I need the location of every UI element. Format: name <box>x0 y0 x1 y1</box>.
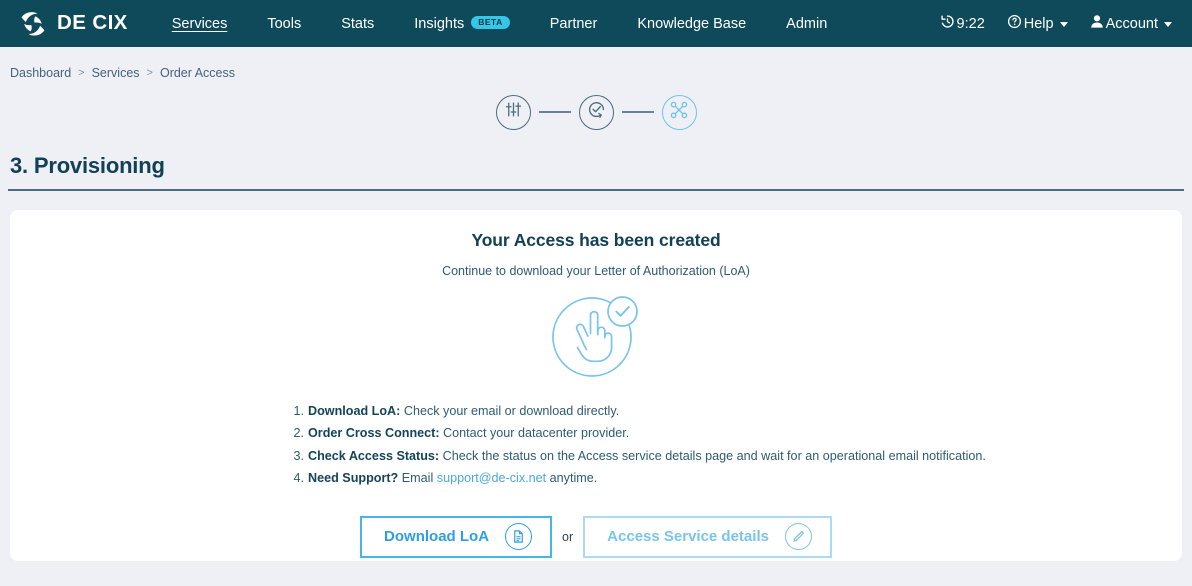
document-download-icon <box>505 523 533 551</box>
breadcrumb-separator: > <box>146 67 153 79</box>
step-validate[interactable] <box>578 94 614 130</box>
nav-item-insights[interactable]: Insights BETA <box>414 12 510 36</box>
main-nav-items: Services Tools Stats Insights BETA Partn… <box>152 12 848 36</box>
download-loa-button-label: Download LoA <box>384 528 490 546</box>
list-item-title: Need Support? <box>308 471 399 486</box>
page-title: 3. Provisioning <box>10 153 165 178</box>
support-email-link[interactable]: support@de-cix.net <box>437 471 546 485</box>
breadcrumb-separator: > <box>78 67 85 79</box>
list-item-title: Check Access Status: <box>308 448 440 463</box>
nav-item-partner[interactable]: Partner <box>550 12 598 36</box>
session-time-value: 9:22 <box>956 15 985 32</box>
nav-item-label: Partner <box>549 15 598 32</box>
breadcrumb: Dashboard > Services > Order Access <box>0 47 1192 81</box>
account-menu[interactable]: Account <box>1090 14 1172 33</box>
nav-item-label: Knowledge Base <box>637 15 747 32</box>
nav-right-group: 9:22 Help Account <box>940 14 1178 33</box>
card-actions: Download LoA or Access Service details <box>10 515 1182 558</box>
list-item-text: Check the status on the Access service d… <box>439 448 986 463</box>
check-circle-arrow-icon <box>586 99 607 125</box>
beta-badge: BETA <box>471 15 510 30</box>
access-service-details-button[interactable]: Access Service details <box>583 515 832 558</box>
history-clock-icon <box>940 14 955 33</box>
chevron-down-icon <box>1059 22 1068 27</box>
nav-item-label: Stats <box>341 15 375 32</box>
help-menu[interactable]: Help <box>1007 14 1068 33</box>
nav-item-label: Insights <box>414 15 465 32</box>
list-item-title: Order Cross Connect: <box>308 426 440 441</box>
title-divider <box>8 189 1184 191</box>
session-time: 9:22 <box>940 14 985 33</box>
nav-item-label: Admin <box>786 15 828 32</box>
top-navigation-bar: DE CIX Services Tools Stats Insights BET… <box>0 0 1192 47</box>
question-circle-icon <box>1007 14 1022 33</box>
download-loa-button[interactable]: Download LoA <box>360 515 553 558</box>
or-separator-label: or <box>562 529 574 544</box>
sliders-icon <box>504 100 523 124</box>
list-item-text: Check your email or download directly. <box>400 404 620 418</box>
cross-connect-icon <box>669 100 689 125</box>
hero-icon-wrap <box>10 287 1182 384</box>
breadcrumb-item-order-access: Order Access <box>159 66 235 80</box>
brand-name: DE CIX <box>57 11 128 35</box>
pencil-edit-icon <box>784 523 812 551</box>
breadcrumb-item-services[interactable]: Services <box>92 66 140 80</box>
card-subheading: Continue to download your Letter of Auth… <box>442 264 750 278</box>
list-item: Order Cross Connect: Contact your datace… <box>286 422 1182 445</box>
nav-item-label: Services <box>171 15 228 32</box>
nav-item-services[interactable]: Services <box>172 12 228 36</box>
nav-item-stats[interactable]: Stats <box>341 12 374 36</box>
brand-logo[interactable]: DE CIX <box>18 11 128 37</box>
next-steps-list: Download LoA: Check your email or downlo… <box>10 400 1182 490</box>
user-icon <box>1090 14 1104 33</box>
order-stepper <box>0 85 1192 139</box>
page-title-section: 3. Provisioning <box>0 153 1192 191</box>
nav-item-knowledge-base[interactable]: Knowledge Base <box>637 12 746 36</box>
list-item: Need Support? Email support@de-cix.net a… <box>286 467 1182 490</box>
list-item-text-after: anytime. <box>546 471 598 486</box>
chevron-down-icon <box>1164 22 1172 27</box>
list-item-text: Contact your datacenter provider. <box>439 426 630 441</box>
nav-item-label: Tools <box>267 15 302 32</box>
victory-hand-success-icon <box>550 287 642 384</box>
de-cix-logo-icon <box>18 11 48 37</box>
step-connector <box>621 111 654 113</box>
step-connector <box>538 111 571 113</box>
access-service-details-button-label: Access Service details <box>607 528 769 546</box>
list-item-text: Email <box>398 471 437 486</box>
step-provisioning[interactable] <box>661 94 697 130</box>
step-configure[interactable] <box>495 94 531 130</box>
list-item-title: Download LoA: <box>308 404 401 418</box>
nav-item-admin[interactable]: Admin <box>786 12 827 36</box>
list-item: Check Access Status: Check the status on… <box>286 445 1182 468</box>
card-heading: Your Access has been created <box>471 230 721 250</box>
nav-item-tools[interactable]: Tools <box>267 12 301 36</box>
account-menu-label: Account <box>1105 15 1158 32</box>
list-item: Download LoA: Check your email or downlo… <box>286 400 1182 423</box>
breadcrumb-item-dashboard[interactable]: Dashboard <box>10 66 71 80</box>
help-menu-label: Help <box>1023 15 1054 32</box>
provisioning-result-card: Your Access has been created Continue to… <box>10 210 1182 561</box>
